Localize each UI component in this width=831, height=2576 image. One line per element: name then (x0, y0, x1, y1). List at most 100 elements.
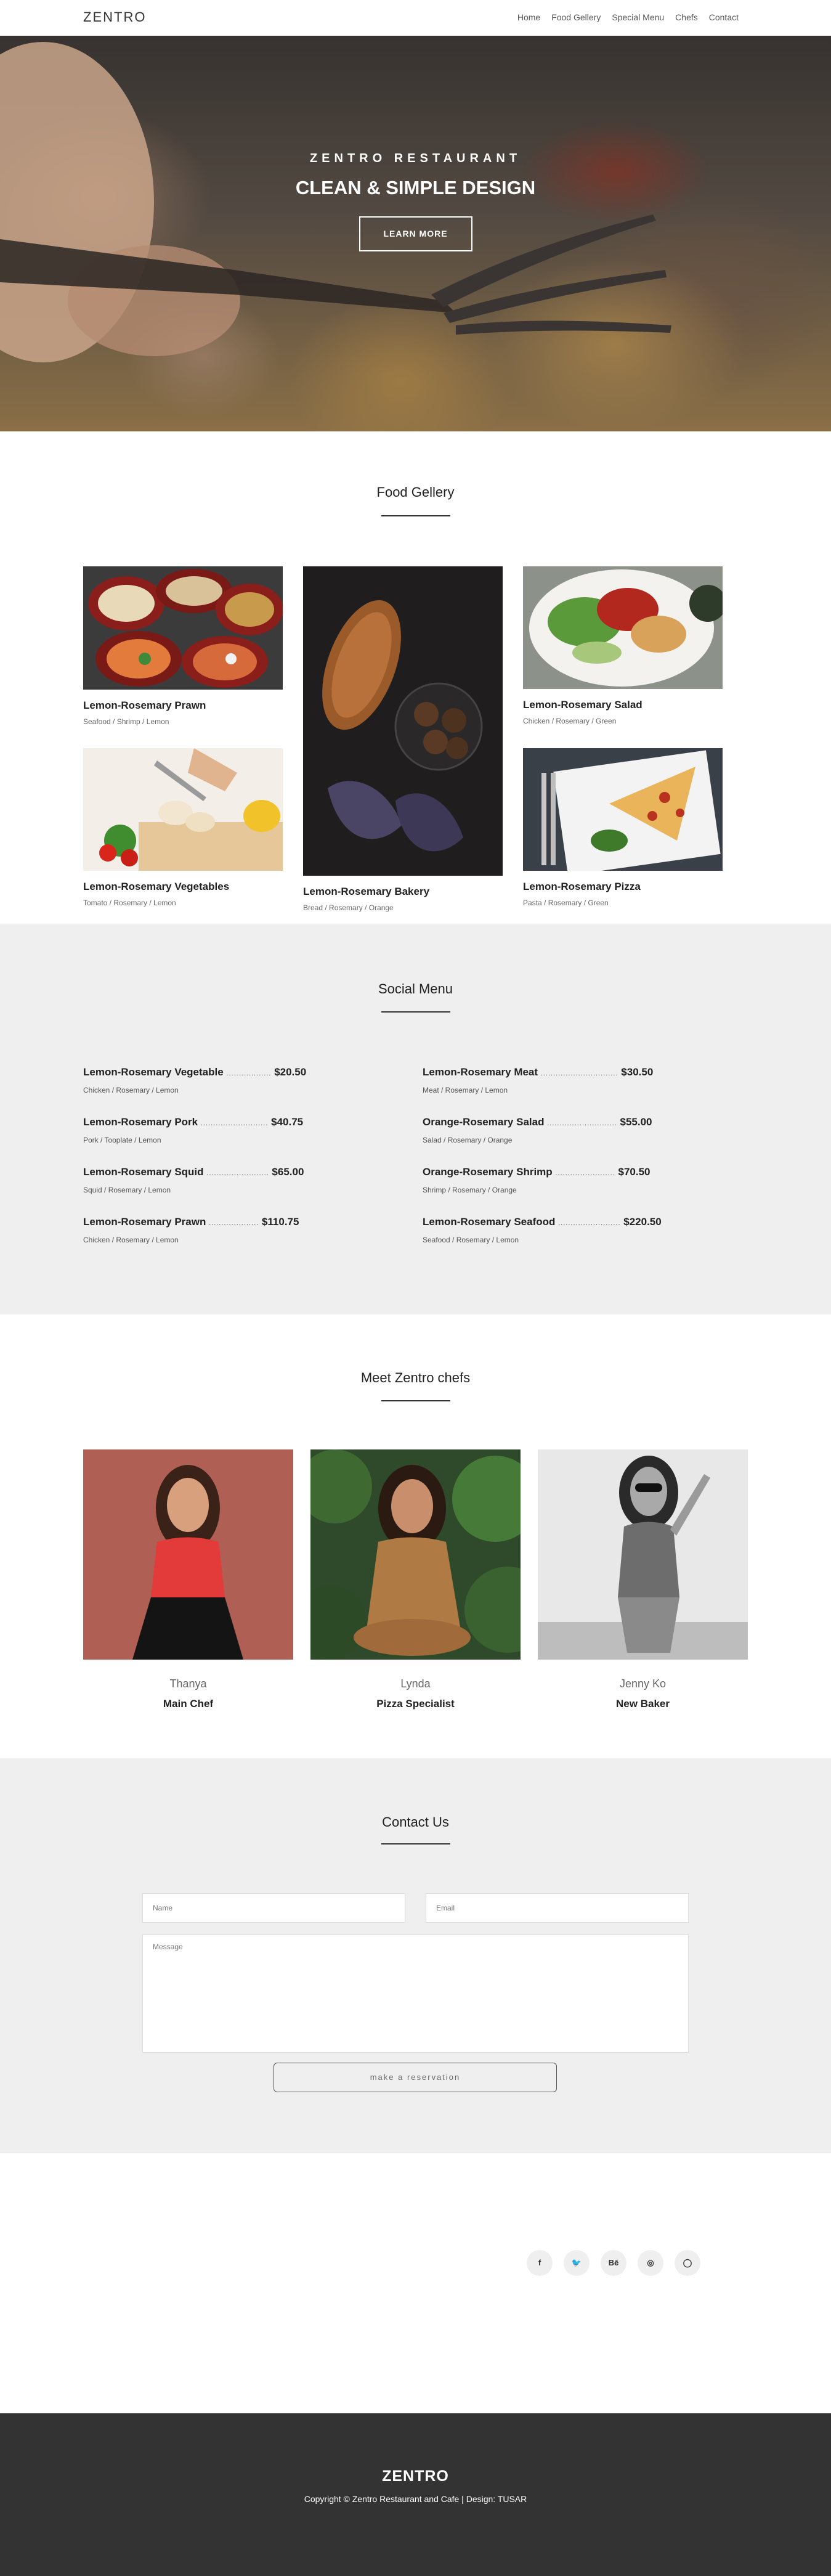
hero-kicker: ZENTRO RESTAURANT (309, 152, 522, 165)
menu-item-dots: ......................... (206, 1170, 269, 1177)
prawn-dish-image (83, 566, 283, 690)
message-field[interactable] (142, 1934, 689, 2053)
gallery-item-name: Lemon-Rosemary Salad (523, 699, 643, 711)
menu-item-name: Lemon-Rosemary Seafood (423, 1216, 556, 1228)
footer-copyright: Copyright © Zentro Restaurant and Cafe |… (304, 2494, 527, 2504)
menu-item: Lemon-Rosemary Prawn ...................… (83, 1216, 299, 1244)
chef-name: Thanya (169, 1677, 207, 1690)
gallery-item-tags: Bread / Rosemary / Orange (303, 903, 394, 912)
menu-item-name: Lemon-Rosemary Vegetable (83, 1066, 224, 1078)
menu-item-desc: Squid / Rosemary / Lemon (83, 1186, 171, 1194)
menu-item-desc: Meat / Rosemary / Lemon (423, 1086, 508, 1094)
menu-item-price: $110.75 (261, 1216, 299, 1228)
github-icon[interactable]: ◯ (675, 2250, 700, 2276)
chef-role: New Baker (616, 1698, 670, 1710)
chef-card: Lynda Pizza Specialist (292, 1449, 551, 1710)
chef-photo (292, 1449, 551, 1660)
chef-photo (538, 1449, 748, 1660)
contact-title: Contact Us (382, 1814, 449, 1830)
chef-card: Jenny Ko New Baker (538, 1449, 748, 1710)
hero-content: ZENTRO RESTAURANT CLEAN & SIMPLE DESIGN … (0, 152, 831, 251)
menu-item-price: $220.50 (623, 1216, 662, 1228)
menu-item-price: $65.00 (272, 1166, 304, 1178)
chef-card: Thanya Main Chef (83, 1449, 293, 1710)
menu-item-name: Lemon-Rosemary Pork (83, 1116, 198, 1128)
vegetables-image (83, 748, 283, 871)
footer: ZENTRO Copyright © Zentro Restaurant and… (0, 2413, 831, 2576)
menu-item-dots: ........................ (555, 1170, 615, 1177)
menu-item: Lemon-Rosemary Seafood .................… (423, 1216, 662, 1244)
menu-item-desc: Shrimp / Rosemary / Orange (423, 1186, 517, 1194)
menu-item-desc: Salad / Rosemary / Orange (423, 1136, 513, 1144)
nav-link-contact[interactable]: Contact (709, 12, 739, 22)
menu-item-name: Orange-Rosemary Salad (423, 1116, 545, 1128)
menu-item: Lemon-Rosemary Meat ....................… (423, 1066, 653, 1094)
nav-menu: Home Food Gellery Special Menu Chefs Con… (506, 12, 739, 22)
gallery-item-pizza[interactable]: Lemon-Rosemary Pizza Pasta / Rosemary / … (523, 748, 723, 907)
chef-role: Main Chef (163, 1698, 214, 1710)
menu-item-price: $30.50 (621, 1066, 654, 1078)
menu-item-desc: Chicken / Rosemary / Lemon (83, 1086, 179, 1094)
gallery-item-bakery[interactable]: Lemon-Rosemary Bakery Bread / Rosemary /… (303, 566, 503, 912)
nav-link-chefs[interactable]: Chefs (675, 12, 698, 22)
menu-item-price: $55.00 (620, 1116, 652, 1128)
gallery-item-salad[interactable]: Lemon-Rosemary Salad Chicken / Rosemary … (523, 566, 723, 725)
pizza-image (523, 748, 723, 871)
nav-link-home[interactable]: Home (517, 12, 540, 22)
gallery-item-name: Lemon-Rosemary Vegetables (83, 881, 230, 892)
menu-item-dots: ............................... (540, 1070, 618, 1077)
gallery-item-prawn[interactable]: Lemon-Rosemary Prawn Seafood / Shrimp / … (83, 566, 283, 726)
menu-item-price: $40.75 (271, 1116, 304, 1128)
chef-role: Pizza Specialist (376, 1698, 455, 1710)
menu-item: Orange-Rosemary Shrimp .................… (423, 1166, 651, 1194)
contact-title-rule (381, 1843, 450, 1844)
menu-item-dots: .................. (226, 1070, 272, 1077)
menu-item: Orange-Rosemary Salad ..................… (423, 1116, 652, 1144)
facebook-icon[interactable]: f (527, 2250, 553, 2276)
chef-photo (83, 1449, 293, 1660)
menu-item-desc: Pork / Tooplate / Lemon (83, 1136, 161, 1144)
menu-item-dots: .................... (209, 1220, 259, 1227)
chef-name: Lynda (400, 1677, 431, 1690)
chef-name: Jenny Ko (619, 1677, 667, 1690)
menu-item-price: $70.50 (618, 1166, 651, 1178)
gallery-item-vegetables[interactable]: Lemon-Rosemary Vegetables Tomato / Rosem… (83, 748, 283, 907)
nav-link-food-gallery[interactable]: Food Gellery (551, 12, 601, 22)
footer-brand: ZENTRO (382, 2468, 449, 2485)
menu-item-desc: Chicken / Rosemary / Lemon (83, 1236, 179, 1244)
make-reservation-button[interactable]: make a reservation (274, 2063, 557, 2092)
brand-logo[interactable]: ZENTRO (83, 9, 146, 25)
menu-item-dots: ............................ (547, 1120, 617, 1127)
gallery-item-name: Lemon-Rosemary Pizza (523, 881, 641, 892)
dribbble-icon[interactable]: ◎ (638, 2250, 663, 2276)
menu-item-name: Lemon-Rosemary Squid (83, 1166, 204, 1178)
menu-item: Lemon-Rosemary Squid ...................… (83, 1166, 304, 1194)
menu-item-price: $20.50 (274, 1066, 307, 1078)
top-navbar: ZENTRO Home Food Gellery Special Menu Ch… (0, 0, 831, 36)
hero-banner: ZENTRO RESTAURANT CLEAN & SIMPLE DESIGN … (0, 36, 831, 431)
nav-link-special-menu[interactable]: Special Menu (612, 12, 664, 22)
gallery-item-name: Lemon-Rosemary Bakery (303, 886, 430, 897)
menu-title: Social Menu (378, 981, 453, 997)
behance-icon[interactable]: Bē (601, 2250, 626, 2276)
gallery-title-rule (381, 515, 450, 516)
chefs-title-rule (381, 1400, 450, 1401)
menu-item-name: Lemon-Rosemary Meat (423, 1066, 538, 1078)
salad-image (523, 566, 723, 689)
chefs-title: Meet Zentro chefs (360, 1370, 471, 1385)
menu-item-desc: Seafood / Rosemary / Lemon (423, 1236, 519, 1244)
menu-item: Lemon-Rosemary Vegetable ...............… (83, 1066, 306, 1094)
menu-title-rule (381, 1011, 450, 1013)
name-field[interactable] (142, 1893, 405, 1923)
email-field[interactable] (426, 1893, 689, 1923)
gallery-item-tags: Chicken / Rosemary / Green (523, 717, 617, 725)
twitter-icon[interactable]: 🐦 (564, 2250, 590, 2276)
menu-item: Lemon-Rosemary Pork ....................… (83, 1116, 303, 1144)
gallery-title: Food Gellery (376, 484, 455, 500)
menu-item-name: Orange-Rosemary Shrimp (423, 1166, 553, 1178)
menu-item-dots: ......................... (558, 1220, 621, 1227)
menu-item-name: Lemon-Rosemary Prawn (83, 1216, 206, 1228)
menu-item-dots: ........................... (200, 1120, 269, 1127)
learn-more-button[interactable]: LEARN MORE (359, 216, 472, 251)
bakery-image (303, 566, 503, 876)
